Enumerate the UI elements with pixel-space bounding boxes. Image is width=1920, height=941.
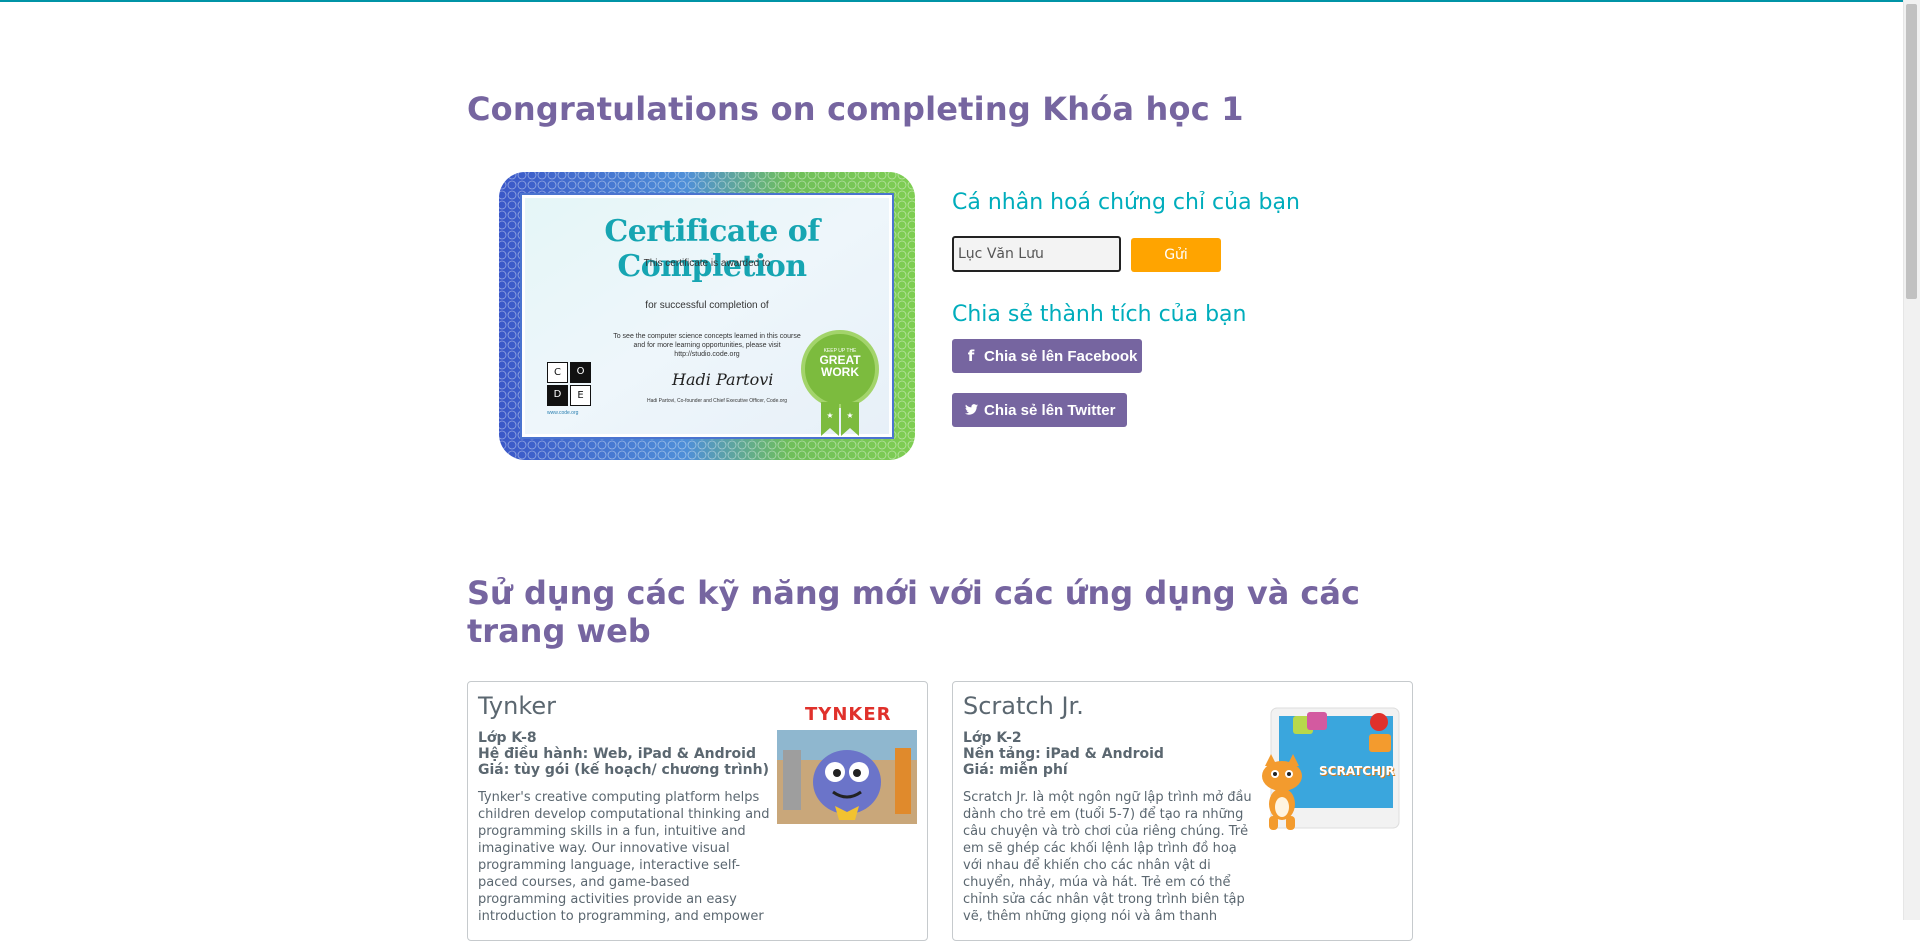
share-facebook-button[interactable]: f Chia sẻ lên Facebook <box>952 339 1142 373</box>
app-price: Giá: miễn phí <box>963 762 1068 778</box>
app-grade: Lớp K-8 <box>478 730 537 746</box>
certificate-note-line: and for more learning opportunities, ple… <box>633 342 781 349</box>
certificate-heading: Certificate of Completion <box>604 214 820 284</box>
share-twitter-label: Chia sẻ lên Twitter <box>984 402 1116 419</box>
badge-ribbon: ★ ★ <box>821 402 859 436</box>
great-work-badge: KEEP UP THE GREAT WORK <box>801 330 879 408</box>
signature: Hadi Partovi <box>672 370 774 389</box>
scrollbar-thumb[interactable] <box>1906 4 1917 299</box>
certificate-note-line: http://studio.code.org <box>674 351 740 358</box>
tynker-logo: TYNKER <box>805 704 892 725</box>
code-logo-letter: O <box>570 362 591 383</box>
facebook-icon: f <box>967 347 975 365</box>
code-logo-letter: D <box>547 385 568 406</box>
personalize-heading: Cá nhân hoá chứng chỉ của bạn <box>952 190 1300 215</box>
scratch-cat-icon <box>1262 754 1302 830</box>
app-meta: Lớp K-2 Nền tảng: iPad & Android Giá: mi… <box>963 730 1164 778</box>
certificate-note: To see the computer science concepts lea… <box>587 332 827 359</box>
share-facebook-label: Chia sẻ lên Facebook <box>984 348 1138 365</box>
app-price: Giá: tùy gói (kế hoạch/ chương trình) <box>478 762 769 778</box>
app-description: Tynker's creative computing platform hel… <box>478 790 770 924</box>
code-logo-letter: C <box>547 362 568 383</box>
apps-heading: Sử dụng các kỹ năng mới với các ứng dụng… <box>467 574 1360 650</box>
scratch-jr-logo: SCRATCHJR <box>1319 764 1395 778</box>
scratch-jr-thumbnail: SCRATCHJR <box>1257 704 1402 834</box>
certificate-completion-text: for successful completion of <box>645 300 769 311</box>
svg-text:★: ★ <box>846 411 853 420</box>
app-platform: Nền tảng: iPad & Android <box>963 746 1164 762</box>
share-twitter-button[interactable]: Chia sẻ lên Twitter <box>952 393 1127 427</box>
share-heading: Chia sẻ thành tích của bạn <box>952 302 1247 327</box>
certificate-image: Certificate of Completion This certifica… <box>497 170 917 462</box>
page-title: Congratulations on completing Khóa học 1 <box>467 90 1244 128</box>
certificate-awarded-to: This certificate is awarded to <box>643 258 771 269</box>
certificate-site: www.code.org <box>547 410 579 416</box>
vertical-scrollbar[interactable] <box>1903 0 1920 920</box>
certificate-name-input[interactable] <box>952 236 1121 272</box>
code-logo-letter: E <box>570 385 591 406</box>
app-platform: Hệ điều hành: Web, iPad & Android <box>478 746 756 762</box>
certificate-note-line: To see the computer science concepts lea… <box>613 333 801 340</box>
app-card-tynker[interactable]: Tynker Lớp K-8 Hệ điều hành: Web, iPad &… <box>467 681 928 941</box>
badge-text-work: WORK <box>821 365 859 379</box>
app-grade: Lớp K-2 <box>963 730 1022 746</box>
send-button[interactable]: Gửi <box>1131 238 1221 272</box>
app-card-scratch-jr[interactable]: Scratch Jr. Lớp K-2 Nền tảng: iPad & And… <box>952 681 1413 941</box>
app-name: Scratch Jr. <box>963 692 1084 720</box>
twitter-icon <box>964 393 978 427</box>
certificate-signer: Hadi Partovi, Co-founder and Chief Execu… <box>647 398 787 404</box>
top-accent-line <box>0 0 1920 2</box>
app-name: Tynker <box>478 692 557 720</box>
tynker-thumbnail: TYNKER <box>777 704 917 834</box>
svg-text:★: ★ <box>826 411 833 420</box>
app-description: Scratch Jr. là một ngôn ngữ lập trình mở… <box>963 790 1252 924</box>
app-meta: Lớp K-8 Hệ điều hành: Web, iPad & Androi… <box>478 730 769 778</box>
code-logo: C O D E <box>547 362 591 406</box>
